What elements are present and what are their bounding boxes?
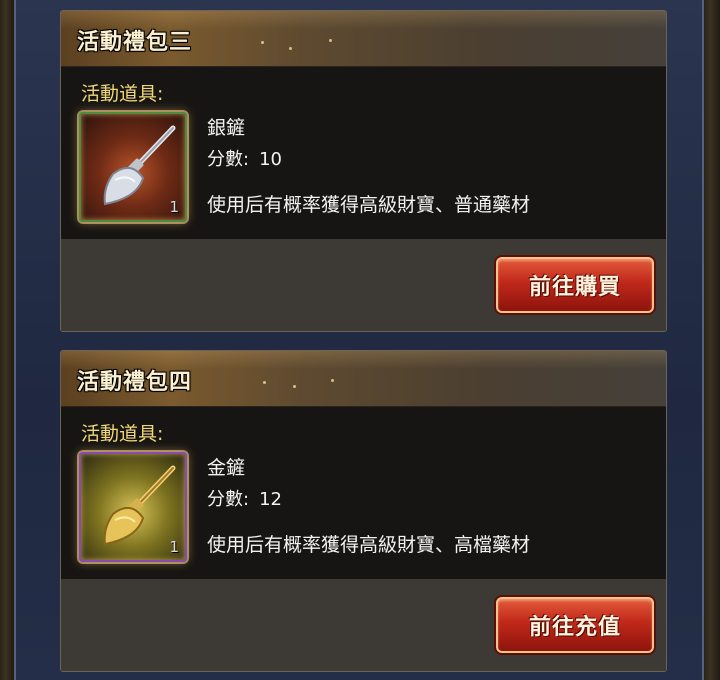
gold-shovel-icon <box>103 465 176 546</box>
pack-footer: 前往充值 <box>61 579 666 671</box>
item-slot[interactable]: 1 <box>77 450 189 564</box>
score-label: 分數: <box>207 489 250 510</box>
sparkle-decoration <box>329 39 332 42</box>
pack-header: 活動禮包三 <box>61 11 666 67</box>
sparkle-decoration <box>263 381 266 384</box>
left-background-edge <box>0 0 14 680</box>
go-buy-button[interactable]: 前往購買 <box>496 257 654 313</box>
pack-title: 活動禮包四 <box>77 370 193 395</box>
item-description: 使用后有概率獲得高級財寶、普通藥材 <box>207 194 531 216</box>
score-label: 分數: <box>207 149 250 170</box>
pack-body: 活動道具: 1 銀鏟 分數: 10 使用后有概率獲得高級財寶、普通藥材 <box>61 67 666 239</box>
score-value: 12 <box>259 489 282 510</box>
sparkle-decoration <box>331 379 334 382</box>
pack-footer: 前往購買 <box>61 239 666 331</box>
go-recharge-button[interactable]: 前往充值 <box>496 597 654 653</box>
score-value: 10 <box>259 149 282 170</box>
items-label: 活動道具: <box>81 423 164 445</box>
silver-shovel-icon <box>103 125 176 206</box>
sparkle-decoration <box>289 47 292 50</box>
item-count: 1 <box>169 198 179 216</box>
sparkle-decoration <box>261 41 264 44</box>
item-name: 銀鏟 <box>207 117 246 139</box>
item-description: 使用后有概率獲得高級財寶、高檔藥材 <box>207 534 531 556</box>
sparkle-decoration <box>293 385 296 388</box>
pack-header: 活動禮包四 <box>61 351 666 407</box>
pack-body: 活動道具: 1 金鏟 分數: 12 使用后有概率獲得高級財寶、高檔藥材 <box>61 407 666 579</box>
item-name: 金鏟 <box>207 457 246 479</box>
pack-title: 活動禮包三 <box>77 30 193 55</box>
item-count: 1 <box>169 538 179 556</box>
event-pack-3: 活動禮包三 活動道具: 1 銀鏟 分數: 10 使用后有概率獲得高級財寶、普通藥材… <box>60 10 667 332</box>
right-background-edge <box>704 0 720 680</box>
item-score: 分數: 12 <box>207 485 282 511</box>
item-score: 分數: 10 <box>207 145 282 171</box>
item-slot[interactable]: 1 <box>77 110 189 224</box>
event-pack-4: 活動禮包四 活動道具: 1 金鏟 分數: 12 使用后有概率獲得高級財寶、高檔藥材… <box>60 350 667 672</box>
items-label: 活動道具: <box>81 83 164 105</box>
